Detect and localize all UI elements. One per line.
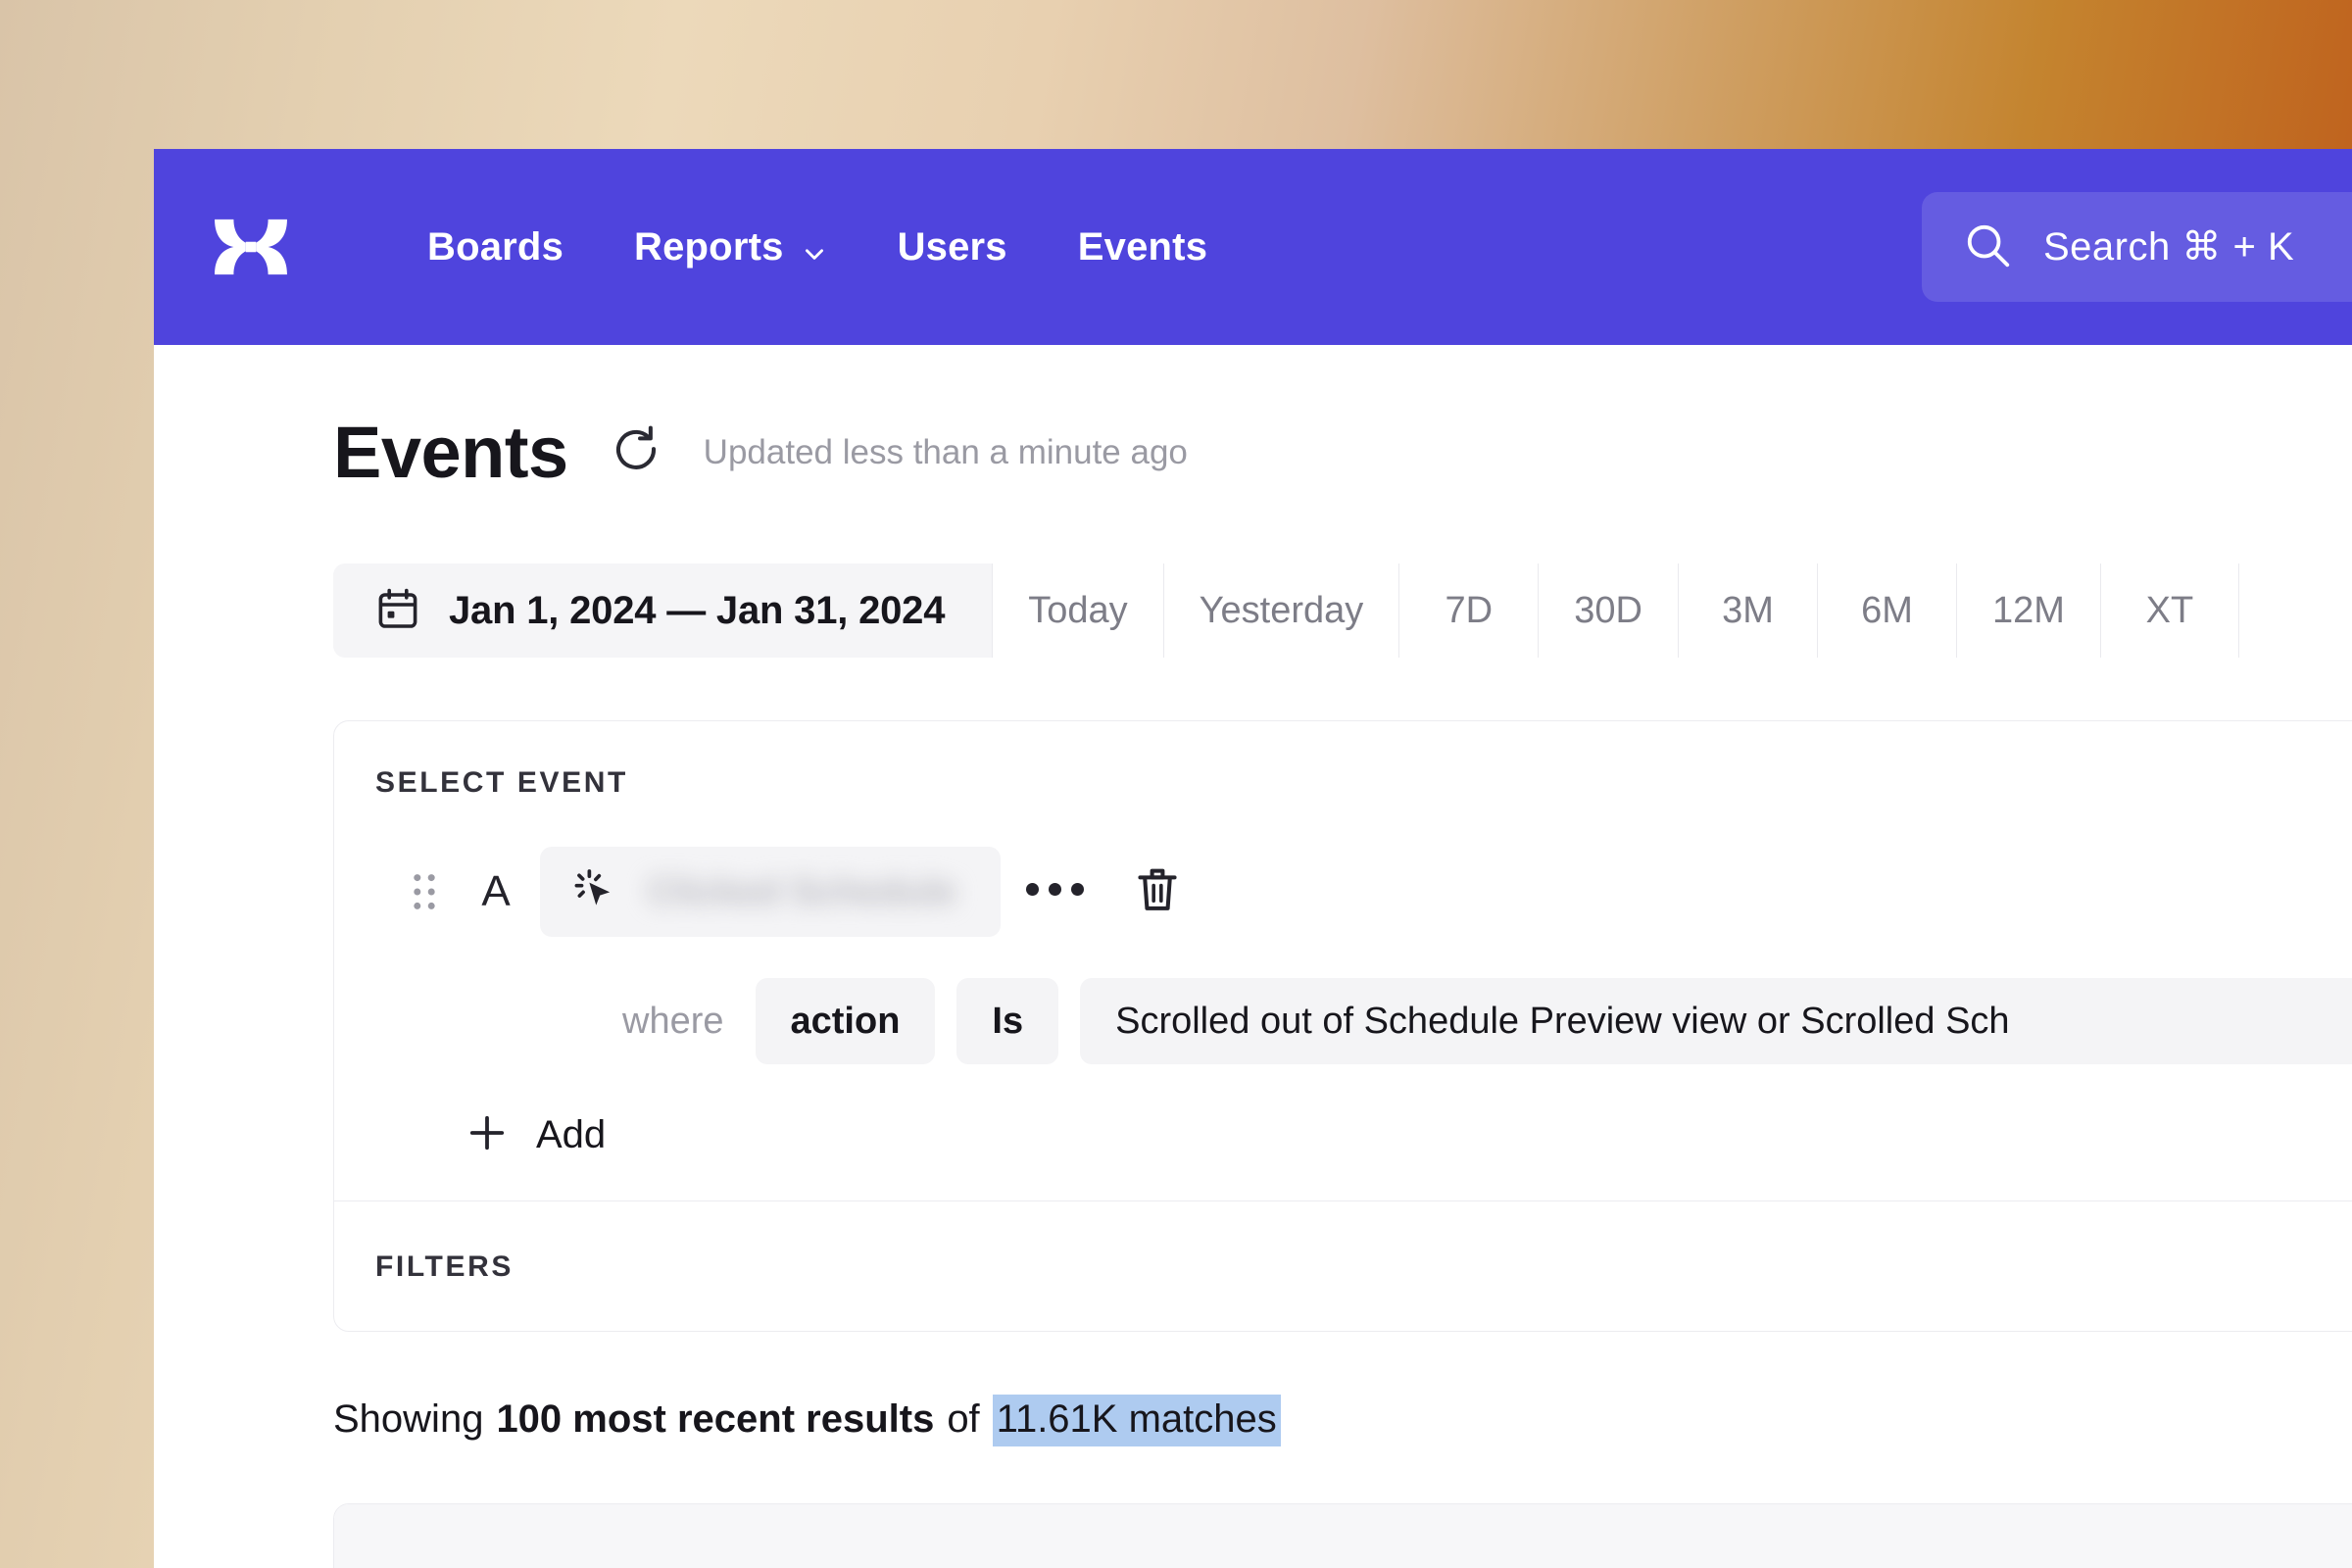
- date-range-bar: Jan 1, 2024 — Jan 31, 2024 Today Yesterd…: [333, 564, 2352, 658]
- preset-yesterday[interactable]: Yesterday: [1162, 564, 1399, 658]
- select-event-section: SELECT EVENT A Clicked Schedule where ac…: [334, 721, 2352, 1200]
- showing-middle: of: [947, 1397, 980, 1441]
- filter-operator-chip[interactable]: Is: [956, 978, 1059, 1064]
- updated-timestamp: Updated less than a minute ago: [703, 433, 1188, 471]
- results-table-header: [334, 1504, 2352, 1568]
- event-letter-badge: A: [481, 867, 511, 915]
- nav-item-events[interactable]: Events: [1043, 225, 1243, 270]
- showing-count: 100 most recent results: [496, 1397, 935, 1441]
- search-icon: [1961, 219, 2014, 276]
- preset-30d-label: 30D: [1574, 589, 1642, 631]
- filter-property-label: action: [790, 1000, 901, 1042]
- app-window: Boards Reports Users Events Search ⌘ + K…: [154, 149, 2352, 1568]
- preset-7d-label: 7D: [1445, 589, 1494, 631]
- chevron-down-icon: [802, 232, 827, 260]
- preset-6m-label: 6M: [1861, 589, 1913, 631]
- preset-today-label: Today: [1028, 589, 1128, 631]
- nav-item-users[interactable]: Users: [862, 225, 1043, 270]
- page-header: Events Updated less than a minute ago: [333, 416, 2352, 489]
- nav-links: Boards Reports Users Events: [392, 225, 1243, 270]
- nav-item-users-label: Users: [897, 224, 1007, 269]
- preset-3m[interactable]: 3M: [1678, 564, 1817, 658]
- ellipsis-icon: [1021, 883, 1089, 901]
- query-builder-card: SELECT EVENT A Clicked Schedule where ac…: [333, 720, 2352, 1332]
- add-label: Add: [536, 1113, 607, 1156]
- trash-icon: [1131, 863, 1184, 921]
- delete-event-button[interactable]: [1108, 863, 1206, 921]
- page-title: Events: [333, 412, 568, 493]
- showing-prefix: Showing: [333, 1397, 484, 1441]
- nav-item-boards[interactable]: Boards: [392, 225, 599, 270]
- preset-6m[interactable]: 6M: [1817, 564, 1956, 658]
- matches-count: 11.61K matches: [992, 1395, 1281, 1446]
- search-placeholder: Search ⌘ + K: [2043, 225, 2295, 269]
- drag-handle-icon[interactable]: [397, 868, 452, 915]
- mixpanel-x-logo[interactable]: [208, 204, 294, 290]
- filter-value-label: Scrolled out of Schedule Preview view or…: [1115, 1000, 2010, 1042]
- preset-xtd[interactable]: XT: [2099, 564, 2239, 658]
- nav-item-reports[interactable]: Reports: [599, 225, 862, 270]
- preset-30d[interactable]: 30D: [1538, 564, 1678, 658]
- nav-item-boards-label: Boards: [427, 224, 564, 269]
- event-row: A Clicked Schedule: [375, 847, 2352, 937]
- refresh-icon[interactable]: [610, 424, 662, 482]
- nav-item-events-label: Events: [1077, 224, 1208, 269]
- event-filter-row: where action Is Scrolled out of Schedule…: [622, 978, 2352, 1064]
- preset-12m-label: 12M: [1992, 589, 2065, 631]
- event-selector-chip[interactable]: Clicked Schedule: [540, 847, 1001, 937]
- results-table-card: [333, 1503, 2352, 1568]
- nav-item-reports-label: Reports: [634, 224, 784, 269]
- filters-label: FILTERS: [375, 1250, 514, 1283]
- top-navigation-bar: Boards Reports Users Events Search ⌘ + K: [154, 149, 2352, 345]
- results-summary: Showing 100 most recent results of 11.61K m…: [333, 1395, 2352, 1446]
- filter-operator-label: Is: [992, 1000, 1024, 1042]
- calendar-icon: [374, 585, 421, 637]
- filter-property-chip[interactable]: action: [755, 978, 936, 1064]
- event-more-options-button[interactable]: [1001, 883, 1108, 901]
- add-event-button[interactable]: Add: [464, 1109, 689, 1161]
- plus-icon: [464, 1109, 511, 1161]
- select-event-label: SELECT EVENT: [375, 766, 628, 799]
- filters-section: FILTERS: [334, 1200, 2352, 1331]
- date-range-label: Jan 1, 2024 — Jan 31, 2024: [449, 588, 946, 632]
- where-label: where: [622, 1000, 724, 1042]
- preset-xtd-label: XT: [2145, 589, 2194, 631]
- date-range-picker[interactable]: Jan 1, 2024 — Jan 31, 2024: [333, 564, 993, 658]
- click-cursor-icon: [569, 864, 620, 920]
- event-name: Clicked Schedule: [648, 870, 956, 912]
- filter-value-chip[interactable]: Scrolled out of Schedule Preview view or…: [1080, 978, 2352, 1064]
- page-body: Events Updated less than a minute ago Ja…: [154, 416, 2352, 1568]
- preset-7d[interactable]: 7D: [1398, 564, 1539, 658]
- search-input[interactable]: Search ⌘ + K: [1922, 192, 2352, 302]
- preset-12m[interactable]: 12M: [1956, 564, 2100, 658]
- preset-3m-label: 3M: [1722, 589, 1774, 631]
- preset-yesterday-label: Yesterday: [1199, 589, 1364, 631]
- preset-today[interactable]: Today: [992, 564, 1163, 658]
